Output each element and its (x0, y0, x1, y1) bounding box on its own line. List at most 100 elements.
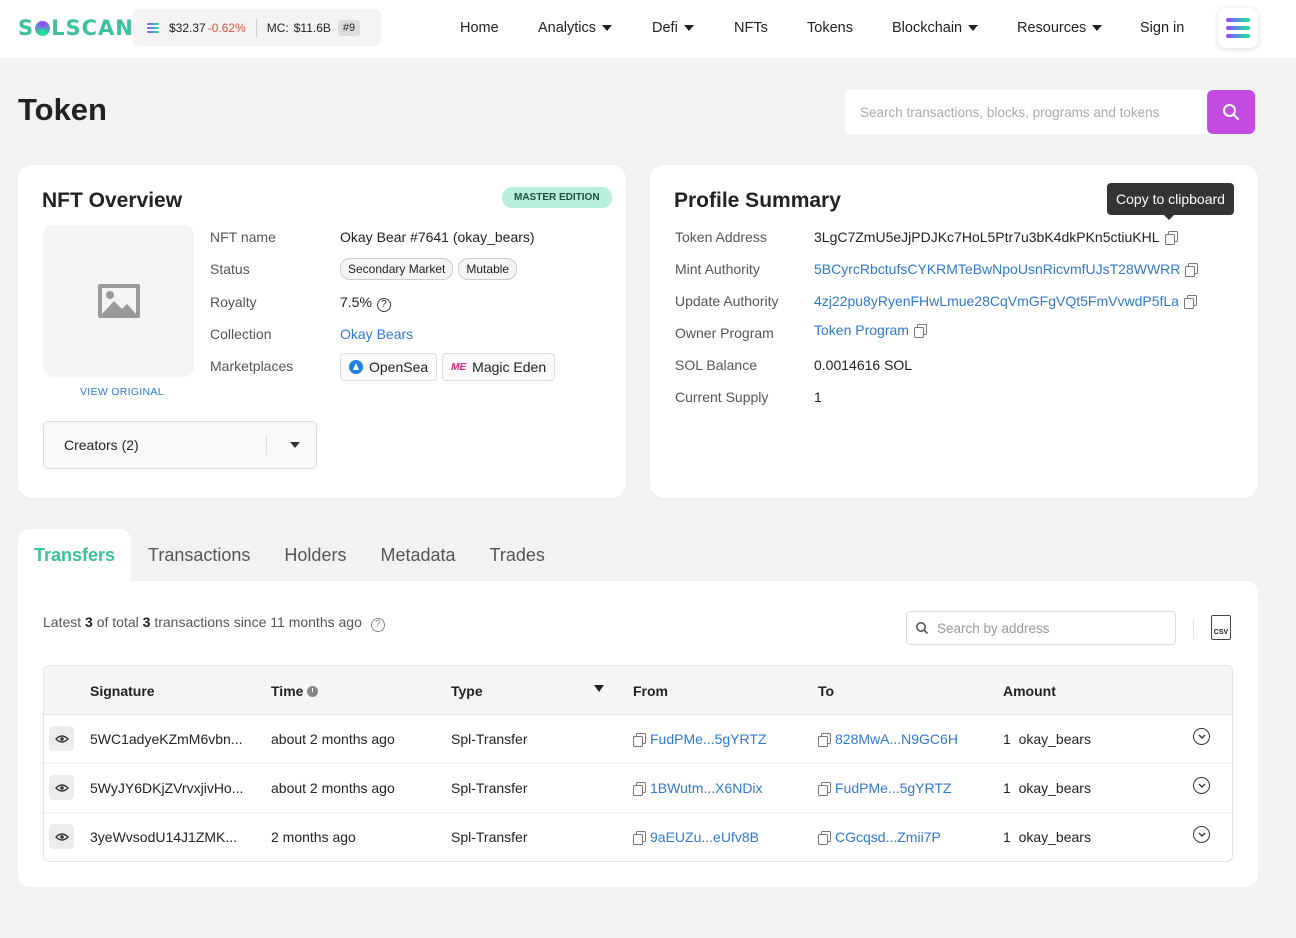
top-navbar: S LSCAN $32.37 -0.62% MC: $11.6B #9 Home … (0, 0, 1296, 58)
tab-transactions[interactable]: Transactions (131, 529, 267, 581)
search-icon (916, 622, 928, 634)
expand-chevron-icon[interactable] (1193, 826, 1210, 843)
collection-label: Collection (210, 326, 272, 342)
status-secondary-market: Secondary Market (340, 258, 454, 280)
to-cell: FudPMe...5gYRTZ (818, 780, 951, 796)
amount-cell: 1 okay_bears (1003, 829, 1091, 845)
creators-label: Creators (2) (64, 437, 139, 453)
master-edition-badge: MASTER EDITION (502, 187, 612, 208)
nav-analytics[interactable]: Analytics (538, 20, 613, 36)
market-cap-label: MC: (266, 20, 289, 35)
token-tabs: Transfers Transactions Holders Metadata … (18, 529, 562, 581)
nav-home[interactable]: Home (460, 20, 499, 36)
nav-resources[interactable]: Resources (1017, 20, 1103, 36)
eye-icon[interactable] (49, 775, 74, 800)
address-search-input[interactable] (937, 620, 1167, 636)
copy-icon[interactable] (1183, 295, 1197, 309)
clock-icon[interactable] (307, 686, 319, 697)
current-supply-value: 1 (814, 389, 822, 405)
owner-program-link[interactable]: Token Program (814, 322, 909, 338)
nav-defi[interactable]: Defi (652, 20, 694, 36)
search-button[interactable] (1207, 90, 1255, 134)
owner-program-label: Owner Program (675, 325, 774, 341)
type-cell: Spl-Transfer (451, 731, 528, 747)
royalty-value-wrap: 7.5%? (340, 294, 391, 312)
help-icon[interactable]: ? (376, 297, 391, 312)
from-link[interactable]: 9aEUZu...eUfv8B (650, 829, 759, 845)
update-authority-link[interactable]: 4zj22pu8yRyenFHwLmue28CqVmGFgVQt5FmVvwdP… (814, 293, 1179, 309)
to-cell: 828MwA...N9GC6H (818, 731, 958, 747)
to-link[interactable]: CGcqsd...Zmii7P (835, 829, 941, 845)
token-address-label: Token Address (675, 229, 767, 245)
magic-eden-button[interactable]: ME Magic Eden (442, 353, 556, 381)
copy-icon[interactable] (818, 733, 831, 747)
creators-dropdown[interactable]: Creators (2) (43, 421, 317, 469)
search-icon (1223, 104, 1239, 120)
filter-icon[interactable] (594, 685, 604, 692)
tab-holders[interactable]: Holders (267, 529, 363, 581)
to-link[interactable]: FudPMe...5gYRTZ (835, 780, 951, 796)
opensea-button[interactable]: OpenSea (340, 353, 438, 381)
from-link[interactable]: FudPMe...5gYRTZ (650, 731, 766, 747)
copy-icon[interactable] (633, 782, 646, 796)
time-cell: about 2 months ago (271, 780, 395, 796)
copy-icon[interactable] (1185, 263, 1199, 277)
to-link[interactable]: 828MwA...N9GC6H (835, 731, 958, 747)
help-icon[interactable]: ? (370, 617, 385, 632)
to-cell: CGcqsd...Zmii7P (818, 829, 941, 845)
signature-link[interactable]: 5WC1adyeKZmM6vbn... (90, 731, 243, 747)
mint-authority-link[interactable]: 5BCyrcRbctufsCYKRMTeBwNpoUsnRicvmfUJsT28… (814, 261, 1180, 277)
token-address-value: 3LgC7ZmU5eJjPDJKc7HoL5Ptr7u3bK4dkPKn5cti… (814, 229, 1160, 245)
from-cell: 1BWutm...X6NDix (633, 780, 763, 796)
sol-balance-label: SOL Balance (675, 357, 757, 373)
copy-icon[interactable] (1164, 231, 1178, 245)
tab-trades[interactable]: Trades (473, 529, 562, 581)
eye-icon[interactable] (49, 726, 74, 751)
nft-name-value: Okay Bear #7641 (okay_bears) (340, 229, 535, 245)
magic-eden-icon: ME (451, 361, 467, 373)
time-cell: 2 months ago (271, 829, 356, 845)
amount-cell: 1 okay_bears (1003, 731, 1091, 747)
copy-icon[interactable] (818, 782, 831, 796)
copy-icon[interactable] (818, 831, 831, 845)
marketplaces-label: Marketplaces (210, 358, 294, 374)
transfers-table: Signature Time Type From To Amount 5WC1a… (43, 665, 1233, 862)
caret-down-icon (290, 442, 300, 448)
status-mutable: Mutable (458, 258, 518, 280)
nft-name-label: NFT name (210, 229, 276, 245)
transfers-panel: Latest 3 of total 3 transactions since 1… (18, 581, 1258, 887)
global-search-input[interactable] (845, 90, 1207, 134)
csv-download-icon[interactable]: CSV (1211, 615, 1231, 640)
profile-summary-title: Profile Summary (674, 189, 841, 212)
tab-transfers[interactable]: Transfers (18, 529, 132, 581)
collection-link[interactable]: Okay Bears (340, 326, 413, 342)
nav-tokens[interactable]: Tokens (807, 20, 853, 36)
copy-icon[interactable] (913, 324, 927, 338)
nav-sign-in[interactable]: Sign in (1140, 20, 1184, 36)
token-name: okay_bears (1018, 731, 1091, 747)
time-cell: about 2 months ago (271, 731, 395, 747)
nav-nfts[interactable]: NFTs (734, 20, 768, 36)
solscan-logo[interactable]: S LSCAN (18, 16, 134, 40)
from-link[interactable]: 1BWutm...X6NDix (650, 780, 763, 796)
table-header: Signature Time Type From To Amount (44, 666, 1232, 715)
current-supply-label: Current Supply (675, 389, 769, 405)
menu-icon[interactable] (1218, 8, 1258, 48)
copy-icon[interactable] (633, 733, 646, 747)
nav-blockchain[interactable]: Blockchain (892, 20, 979, 36)
token-address-row: 3LgC7ZmU5eJjPDJKc7HoL5Ptr7u3bK4dkPKn5cti… (814, 229, 1178, 245)
copy-icon[interactable] (633, 831, 646, 845)
tab-metadata[interactable]: Metadata (363, 529, 472, 581)
expand-chevron-icon[interactable] (1193, 777, 1210, 794)
expand-chevron-icon[interactable] (1193, 728, 1210, 745)
address-search (906, 611, 1176, 645)
eye-icon[interactable] (49, 824, 74, 849)
view-original-link[interactable]: VIEW ORIGINAL (80, 386, 164, 398)
royalty-value: 7.5% (340, 294, 372, 310)
signature-link[interactable]: 3yeWvsodU14J1ZMK... (90, 829, 237, 845)
marketplaces-list: OpenSea ME Magic Eden (340, 353, 560, 381)
opensea-icon (349, 360, 363, 374)
signature-link[interactable]: 5WyJY6DKjZVrvxjivHo... (90, 780, 243, 796)
from-cell: 9aEUZu...eUfv8B (633, 829, 759, 845)
sol-price: $32.37 (169, 20, 206, 35)
